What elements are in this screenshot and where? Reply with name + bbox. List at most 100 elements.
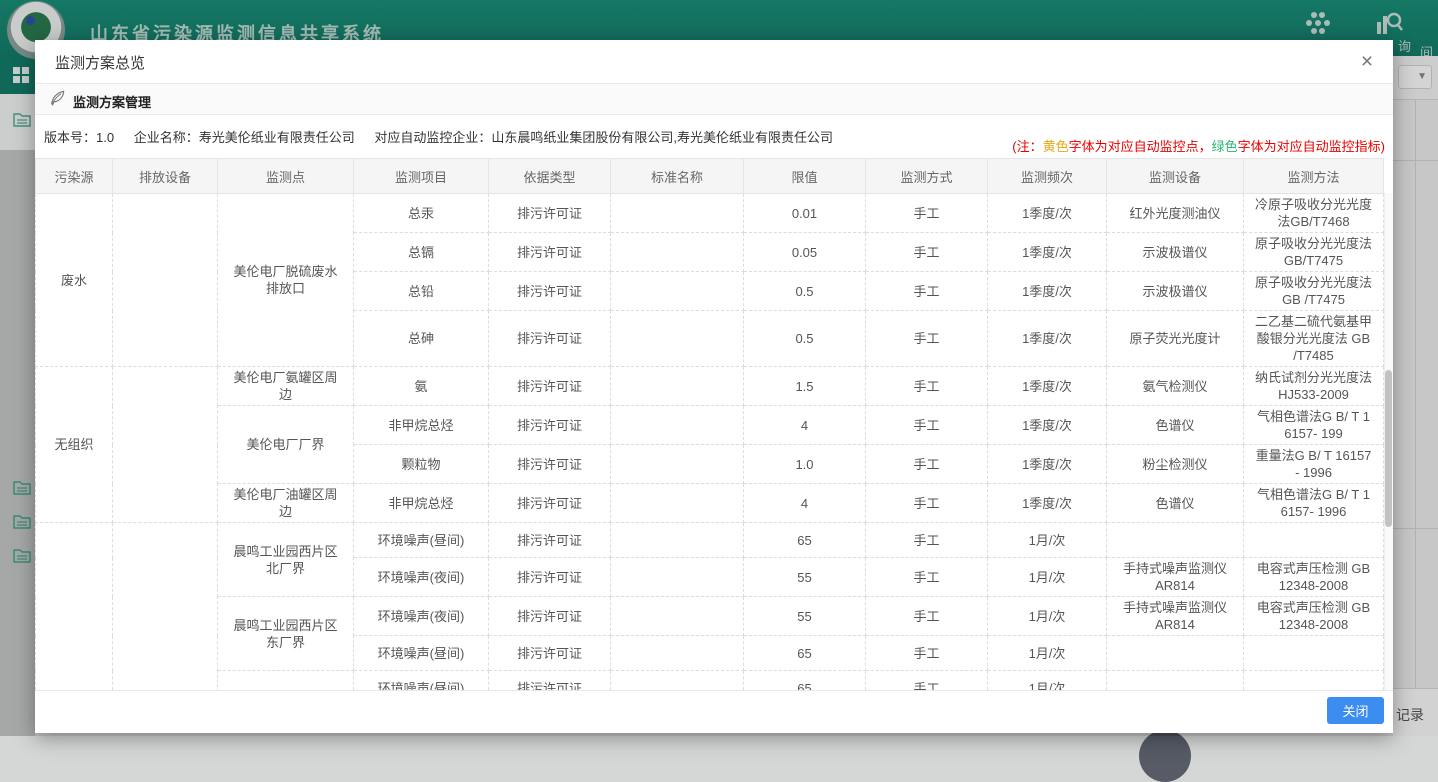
table-cell: 排污许可证 xyxy=(489,523,611,558)
table-cell xyxy=(1107,523,1244,558)
note-text: 字体为对应自动监控指标) xyxy=(1238,139,1385,154)
table-row: 晨鸣工业园西片区东厂界环境噪声(夜间)排污许可证55手工1月/次手持式噪声监测仪… xyxy=(36,597,1384,636)
table-cell: 0.5 xyxy=(744,311,866,367)
table-cell: 废水 xyxy=(36,194,113,367)
table-cell: 1季度/次 xyxy=(988,233,1107,272)
note-text: (注： xyxy=(1012,139,1042,154)
table-cell: 1季度/次 xyxy=(988,311,1107,367)
table-cell: 手持式噪声监测仪 AR814 xyxy=(1107,597,1244,636)
table-cell: 重量法G B/ T 16157 - 1996 xyxy=(1244,445,1384,484)
table-cell: 美伦电厂厂界 xyxy=(218,406,354,484)
table-cell: 无组织 xyxy=(36,367,113,523)
table-row: 晨鸣工业园西片区北厂界环境噪声(昼间)排污许可证65手工1月/次 xyxy=(36,523,1384,558)
table-cell: 晨鸣工业园西片区东厂界 xyxy=(218,597,354,671)
close-icon[interactable]: × xyxy=(1353,48,1381,76)
table-cell xyxy=(611,636,744,671)
table-cell: 总汞 xyxy=(354,194,489,233)
modal-titlebar: 监测方案总览 × xyxy=(35,40,1393,84)
monitor-table-container: 污染源排放设备监测点监测项目依据类型标准名称限值监测方式监测频次监测设备监测方法… xyxy=(35,158,1393,690)
table-cell: 美伦电厂氨罐区周边 xyxy=(218,367,354,406)
table-cell: 1月/次 xyxy=(988,636,1107,671)
table-cell: 环境噪声(夜间) xyxy=(354,597,489,636)
table-cell xyxy=(113,367,218,523)
table-cell xyxy=(611,367,744,406)
table-cell: 电容式声压检测 GB12348-2008 xyxy=(1244,558,1384,597)
column-header: 污染源 xyxy=(36,159,113,194)
table-cell: 55 xyxy=(744,597,866,636)
table-cell xyxy=(611,671,744,691)
table-cell: 原子吸收分光光度法GB/T7475 xyxy=(1244,233,1384,272)
table-cell: 0.01 xyxy=(744,194,866,233)
plan-meta: 版本号：1.0 企业名称：寿光美伦纸业有限责任公司 对应自动监控企业：山东晨鸣纸… xyxy=(44,127,849,146)
table-cell: 晨鸣工业园西片区北厂界 xyxy=(218,523,354,597)
table-cell: 1季度/次 xyxy=(988,484,1107,523)
section-title: 监测方案管理 xyxy=(73,92,151,111)
table-cell: 排污许可证 xyxy=(489,636,611,671)
table-cell xyxy=(1244,671,1384,691)
column-header: 监测方法 xyxy=(1244,159,1384,194)
table-cell: 二乙基二硫代氨基甲酸银分光光度法 GB /T7485 xyxy=(1244,311,1384,367)
quill-pen-icon xyxy=(49,90,66,112)
table-cell xyxy=(1244,523,1384,558)
table-cell xyxy=(611,445,744,484)
close-button[interactable]: 关闭 xyxy=(1327,697,1384,724)
table-cell xyxy=(1107,636,1244,671)
table-cell: 手工 xyxy=(866,636,988,671)
table-cell xyxy=(36,523,113,691)
table-cell: 65 xyxy=(744,636,866,671)
table-header-row: 污染源排放设备监测点监测项目依据类型标准名称限值监测方式监测频次监测设备监测方法 xyxy=(36,159,1384,194)
table-cell: 排污许可证 xyxy=(489,406,611,445)
table-cell: 65 xyxy=(744,523,866,558)
table-cell: 总砷 xyxy=(354,311,489,367)
table-cell: 非甲烷总烃 xyxy=(354,406,489,445)
table-cell: 非甲烷总烃 xyxy=(354,484,489,523)
table-cell: 环境噪声(昼间) xyxy=(354,671,489,691)
table-row: 美伦电厂厂界非甲烷总烃排污许可证4手工1季度/次色谱仪气相色谱法G B/ T 1… xyxy=(36,406,1384,445)
table-cell: 手工 xyxy=(866,445,988,484)
note-yellow-word: 黄色 xyxy=(1043,139,1069,154)
avatar[interactable] xyxy=(1139,730,1191,782)
table-cell: 手工 xyxy=(866,194,988,233)
table-cell: 气相色谱法G B/ T 16157- 1996 xyxy=(1244,484,1384,523)
note-text: 字体为对应自动监控点， xyxy=(1069,139,1212,154)
table-cell: 环境噪声(昼间) xyxy=(354,523,489,558)
note-green-word: 绿色 xyxy=(1212,139,1238,154)
table-cell: 色谱仪 xyxy=(1107,484,1244,523)
table-row: 废水美伦电厂脱硫废水排放口总汞排污许可证0.01手工1季度/次红外光度测油仪冷原… xyxy=(36,194,1384,233)
table-cell: 粉尘检测仪 xyxy=(1107,445,1244,484)
table-cell: 总镉 xyxy=(354,233,489,272)
table-cell xyxy=(113,194,218,367)
table-cell: 氨气检测仪 xyxy=(1107,367,1244,406)
table-cell: 手工 xyxy=(866,671,988,691)
table-cell: 手工 xyxy=(866,484,988,523)
table-cell: 0.05 xyxy=(744,233,866,272)
monitor-plan-modal: 监测方案总览 × 监测方案管理 版本号：1.0 企业名称：寿光美伦纸业有限责任公… xyxy=(35,40,1393,733)
table-cell xyxy=(1244,636,1384,671)
table-cell xyxy=(611,523,744,558)
table-cell xyxy=(113,523,218,691)
table-cell: 环境噪声(昼间) xyxy=(354,636,489,671)
column-header: 依据类型 xyxy=(489,159,611,194)
table-cell: 总铅 xyxy=(354,272,489,311)
table-cell: 1月/次 xyxy=(988,558,1107,597)
table-cell: 冷原子吸收分光光度法GB/T7468 xyxy=(1244,194,1384,233)
table-cell: 手工 xyxy=(866,523,988,558)
table-cell: 手工 xyxy=(866,311,988,367)
scrollbar-thumb[interactable] xyxy=(1385,370,1392,527)
table-cell xyxy=(611,597,744,636)
table-cell: 气相色谱法G B/ T 16157- 199 xyxy=(1244,406,1384,445)
table-cell xyxy=(611,484,744,523)
table-cell: 1季度/次 xyxy=(988,272,1107,311)
table-cell: 排污许可证 xyxy=(489,233,611,272)
table-cell: 排污许可证 xyxy=(489,367,611,406)
table-cell: 排污许可证 xyxy=(489,445,611,484)
table-cell xyxy=(611,233,744,272)
table-cell: 红外光度测油仪 xyxy=(1107,194,1244,233)
info-bar: 版本号：1.0 企业名称：寿光美伦纸业有限责任公司 对应自动监控企业：山东晨鸣纸… xyxy=(35,115,1393,158)
table-row: 晨鸣工业园西片区南厂界环境噪声(昼间)排污许可证65手工1月/次 xyxy=(36,671,1384,691)
table-cell: 手工 xyxy=(866,272,988,311)
table-cell xyxy=(611,558,744,597)
company-label: 企业名称：寿光美伦纸业有限责任公司 xyxy=(134,130,355,145)
table-cell: 排污许可证 xyxy=(489,671,611,691)
version-label: 版本号：1.0 xyxy=(44,130,114,145)
